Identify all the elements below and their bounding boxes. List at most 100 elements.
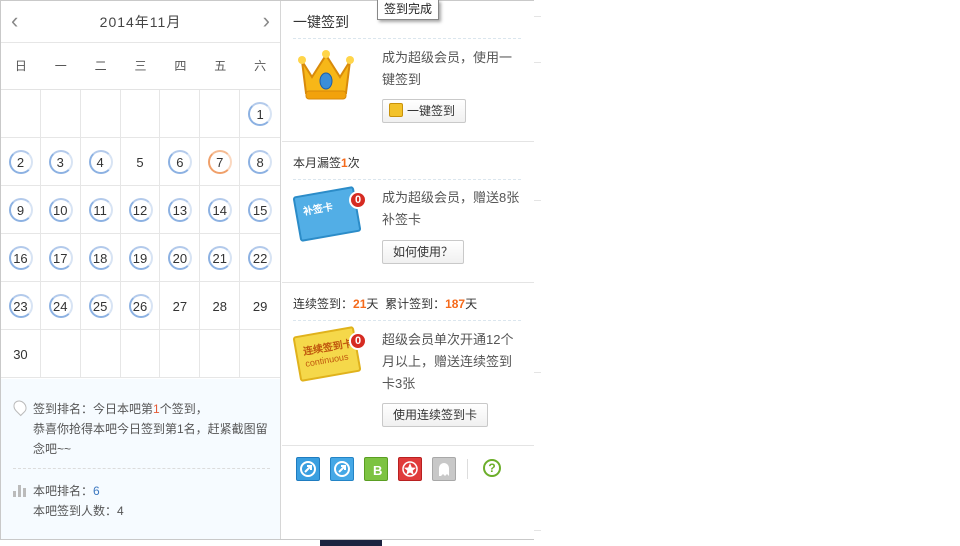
chevron-right-icon[interactable]: › bbox=[263, 10, 270, 32]
calendar-day-number: 11 bbox=[93, 202, 107, 218]
calendar-day-cell[interactable]: 11 bbox=[81, 186, 121, 234]
calendar-day-cell[interactable]: 12 bbox=[121, 186, 161, 234]
calendar-day-cell[interactable]: 22 bbox=[240, 234, 280, 282]
calendar-empty-cell bbox=[41, 90, 81, 138]
how-to-use-button[interactable]: 如何使用？ bbox=[382, 240, 465, 264]
calendar-day-cell[interactable]: 5 bbox=[121, 138, 161, 186]
calendar-day-cell[interactable]: 13 bbox=[160, 186, 201, 234]
ghost-badge-icon[interactable] bbox=[432, 457, 456, 481]
calendar-empty-cell bbox=[81, 90, 121, 138]
calendar-day-number: 30 bbox=[13, 346, 28, 362]
calendar-day-cell[interactable]: 6 bbox=[160, 138, 201, 186]
side-title: 一键签到 bbox=[293, 14, 349, 30]
calendar-day-number: 15 bbox=[252, 202, 268, 218]
ranking-line: 签到排名：今日本吧第1个签到， bbox=[33, 402, 208, 416]
calendar-empty-cell bbox=[81, 330, 121, 378]
calendar-day-cell[interactable]: 1 bbox=[240, 90, 280, 138]
calendar-day-cell[interactable]: 7 bbox=[200, 138, 241, 186]
calendar-day-number: 12 bbox=[132, 202, 148, 218]
help-icon[interactable]: ? bbox=[483, 459, 501, 477]
continuous-days-value: 21 bbox=[353, 297, 367, 311]
bar-rank-value: 6 bbox=[93, 484, 100, 498]
calendar-day-number: 17 bbox=[53, 250, 68, 266]
makeup-card-count-badge: 0 bbox=[349, 191, 367, 209]
missed-description: 成为超级会员，赠送8张补签卡 bbox=[382, 190, 520, 227]
bar-rank-line: 本吧排名：6 bbox=[33, 484, 100, 498]
vip-description: 成为超级会员，使用一键签到 bbox=[382, 50, 513, 87]
calendar-day-cell[interactable]: 10 bbox=[41, 186, 81, 234]
calendar-week-row: 9 10 11 12 13 14 15 bbox=[1, 186, 280, 234]
calendar-day-cell[interactable]: 20 bbox=[160, 234, 201, 282]
calendar-day-cell[interactable]: 29 bbox=[240, 282, 280, 330]
star-badge-icon[interactable] bbox=[398, 457, 422, 481]
calendar-day-cell[interactable]: 16 bbox=[1, 234, 41, 282]
divider bbox=[467, 459, 468, 479]
calendar-week-row: 16 17 18 19 20 21 22 bbox=[1, 234, 280, 282]
calendar-empty-cell bbox=[160, 90, 201, 138]
arrow-up-badge-icon[interactable] bbox=[296, 457, 320, 481]
continuous-card-count-badge: 0 bbox=[349, 332, 367, 350]
calendar-day-number: 10 bbox=[53, 202, 68, 218]
weekday-label: 六 bbox=[254, 59, 267, 73]
calendar-day-cell[interactable]: 8 bbox=[240, 138, 280, 186]
use-continuous-card-button[interactable]: 使用连续签到卡 bbox=[382, 403, 489, 427]
calendar-day-cell[interactable]: 27 bbox=[160, 282, 201, 330]
bar-chart-icon bbox=[13, 485, 27, 497]
calendar-day-cell[interactable]: 19 bbox=[121, 234, 161, 282]
section-divider bbox=[282, 445, 534, 446]
weekday-label: 日 bbox=[14, 59, 27, 73]
calendar-day-number: 1 bbox=[256, 106, 264, 122]
weekday-label: 四 bbox=[174, 59, 187, 73]
calendar-day-number: 3 bbox=[56, 154, 64, 170]
arrow-up-badge-icon[interactable] bbox=[330, 457, 354, 481]
calendar-day-number: 19 bbox=[132, 250, 148, 266]
weekday-label: 五 bbox=[214, 59, 227, 73]
sign-count-value: 4 bbox=[117, 504, 124, 518]
divider bbox=[13, 468, 270, 469]
section-divider bbox=[282, 141, 534, 142]
one-click-sign-button[interactable]: 一键签到 bbox=[382, 99, 467, 123]
calendar-day-number: 20 bbox=[172, 250, 188, 266]
calendar-day-number: 4 bbox=[96, 154, 104, 170]
calendar-empty-cell bbox=[200, 90, 241, 138]
calendar-weekday-row: 日一二三四五六 bbox=[1, 43, 280, 90]
calendar-day-cell[interactable]: 24 bbox=[41, 282, 81, 330]
calendar-day-cell[interactable]: 21 bbox=[200, 234, 241, 282]
calendar-empty-cell bbox=[1, 90, 41, 138]
vip-small-icon bbox=[389, 103, 403, 117]
calendar-day-cell[interactable]: 4 bbox=[81, 138, 121, 186]
calendar-panel: ‹ 2014年11月 › 日一二三四五六 1 2 3 4 5 6 7 8 9 10 11 12 13 14… bbox=[1, 1, 281, 539]
calendar-day-cell[interactable]: 14 bbox=[200, 186, 241, 234]
calendar-day-number: 24 bbox=[53, 298, 68, 314]
calendar-day-cell[interactable]: 30 bbox=[1, 330, 41, 378]
missed-count-line: 本月漏签1次 bbox=[293, 156, 360, 170]
calendar-day-cell[interactable]: 25 bbox=[81, 282, 121, 330]
calendar-day-cell[interactable]: 9 bbox=[1, 186, 41, 234]
weekday-label: 二 bbox=[94, 59, 107, 73]
calendar-day-number: 6 bbox=[176, 154, 184, 170]
calendar-week-row: 2 3 4 5 6 7 8 bbox=[1, 138, 280, 186]
calendar-day-number: 2 bbox=[16, 154, 25, 170]
congrats-text: 恭喜你抢得本吧今日签到第1名，赶紧截图留念吧~~ bbox=[33, 422, 268, 456]
calendar-day-number: 27 bbox=[172, 298, 188, 314]
calendar-day-grid: 1 2 3 4 5 6 7 8 9 10 11 12 13 14 15 16 17 18 19 20 21 22 23 24 2… bbox=[1, 90, 280, 378]
calendar-day-cell[interactable]: 15 bbox=[240, 186, 280, 234]
calendar-day-number: 7 bbox=[216, 154, 224, 170]
calendar-day-cell[interactable]: 2 bbox=[1, 138, 41, 186]
background-page-strip bbox=[533, 0, 543, 546]
svg-text:B: B bbox=[373, 463, 382, 478]
calendar-day-cell[interactable]: 17 bbox=[41, 234, 81, 282]
sign-complete-tooltip: 签到完成 bbox=[377, 0, 440, 20]
calendar-day-cell[interactable]: 28 bbox=[200, 282, 241, 330]
calendar-day-cell[interactable]: 3 bbox=[41, 138, 81, 186]
calendar-day-cell[interactable]: 23 bbox=[1, 282, 41, 330]
calendar-week-row: 30 bbox=[1, 330, 280, 378]
calendar-day-cell[interactable]: 18 bbox=[81, 234, 121, 282]
calendar-header: ‹ 2014年11月 › bbox=[1, 1, 280, 43]
calendar-month-title: 2014年11月 bbox=[99, 14, 182, 30]
calendar-day-cell[interactable]: 26 bbox=[121, 282, 161, 330]
location-pin-icon bbox=[10, 397, 30, 417]
divider bbox=[293, 320, 521, 321]
divider bbox=[293, 38, 521, 39]
b-badge-icon[interactable]: B bbox=[364, 457, 388, 481]
